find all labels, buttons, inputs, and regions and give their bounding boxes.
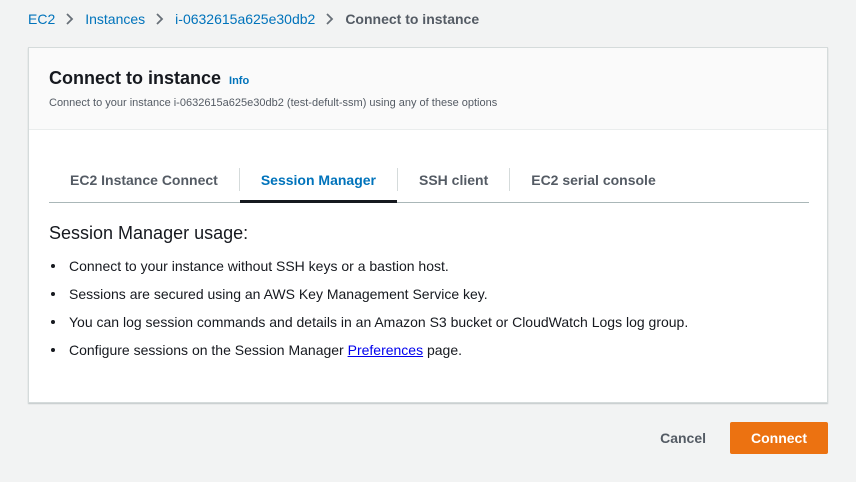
connect-panel: Connect to instance Info Connect to your… <box>28 47 828 403</box>
breadcrumb: EC2 Instances i-0632615a625e30db2 Connec… <box>28 10 479 28</box>
connect-button[interactable]: Connect <box>730 422 828 454</box>
preferences-suffix-text: page. <box>426 342 463 358</box>
preferences-link[interactable]: Preferences <box>348 342 423 358</box>
preferences-prefix-text: Configure sessions on the Session Manage… <box>69 342 344 358</box>
info-link[interactable]: Info <box>229 75 249 87</box>
tab-ec2-instance-connect[interactable]: EC2 Instance Connect <box>49 157 239 202</box>
chevron-right-icon <box>55 13 85 25</box>
page-title: Connect to instance <box>49 68 222 88</box>
tab-session-manager[interactable]: Session Manager <box>239 157 398 203</box>
usage-list: Connect to your instance without SSH key… <box>49 256 809 360</box>
list-item: You can log session commands and details… <box>49 312 809 332</box>
footer-actions: Cancel Connect <box>640 422 828 454</box>
breadcrumb-instance-id[interactable]: i-0632615a625e30db2 <box>175 11 315 27</box>
connection-tabs: EC2 Instance Connect Session Manager SSH… <box>49 157 809 203</box>
breadcrumb-instances[interactable]: Instances <box>85 11 145 27</box>
list-item: Configure sessions on the Session Manage… <box>49 340 809 360</box>
cancel-button[interactable]: Cancel <box>640 422 726 454</box>
usage-heading: Session Manager usage: <box>49 223 249 243</box>
title-row: Connect to instance Info <box>49 68 807 89</box>
breadcrumb-ec2[interactable]: EC2 <box>28 11 55 27</box>
tab-ec2-serial-console[interactable]: EC2 serial console <box>510 157 677 202</box>
chevron-right-icon <box>145 13 175 25</box>
breadcrumb-current: Connect to instance <box>345 11 480 27</box>
list-item: Connect to your instance without SSH key… <box>49 256 809 276</box>
tab-ssh-client[interactable]: SSH client <box>398 157 509 202</box>
session-manager-content: Session Manager usage: Connect to your i… <box>49 223 809 368</box>
panel-description: Connect to your instance i-0632615a625e3… <box>49 97 498 109</box>
list-item: Sessions are secured using an AWS Key Ma… <box>49 284 809 304</box>
chevron-right-icon <box>315 13 345 25</box>
panel-header: Connect to instance Info Connect to your… <box>29 48 827 130</box>
